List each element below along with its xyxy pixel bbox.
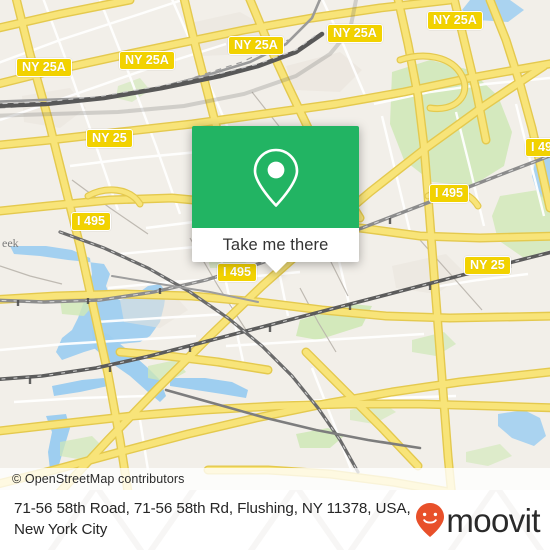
shield-ny-25[interactable]: NY 25	[86, 129, 133, 148]
moovit-wordmark: moovit	[446, 501, 540, 539]
address-text: 71-56 58th Road, 71-56 58th Rd, Flushing…	[14, 500, 411, 538]
shield-label: NY 25	[92, 131, 127, 145]
callout-footer[interactable]: Take me there	[192, 228, 359, 273]
creek-label: eek	[2, 236, 19, 250]
moovit-pin-icon	[416, 503, 445, 537]
map-pin-icon	[253, 148, 298, 207]
shield-ny-25a-3[interactable]: NY 25A	[228, 36, 284, 55]
shield-label: NY 25	[470, 258, 505, 272]
shield-label: NY 25A	[433, 13, 477, 27]
shield-ny-25a-5[interactable]: NY 25A	[427, 11, 483, 30]
shield-ny-25a-2[interactable]: NY 25A	[119, 51, 175, 70]
map-screenshot: eek NY 25A NY 25A NY 25A NY 25A NY 25A N…	[0, 0, 550, 550]
callout-tail	[264, 262, 287, 273]
callout-header	[192, 126, 359, 228]
shield-ny-25a-1[interactable]: NY 25A	[16, 58, 72, 77]
shield-label: I 495	[531, 140, 550, 154]
attribution-text: © OpenStreetMap contributors	[12, 472, 185, 486]
shield-ny-25a-4[interactable]: NY 25A	[327, 24, 383, 43]
shield-label: NY 25A	[125, 53, 169, 67]
take-me-there-callout[interactable]: Take me there	[192, 126, 359, 273]
shield-label: NY 25A	[234, 38, 278, 52]
shield-label: NY 25A	[333, 26, 377, 40]
moovit-logo[interactable]: moovit	[415, 501, 541, 539]
shield-i-495-far-right[interactable]: I 495	[525, 138, 550, 157]
shield-ny-25-right[interactable]: NY 25	[464, 256, 511, 275]
take-me-there-label: Take me there	[222, 235, 329, 254]
shield-i-495-center[interactable]: I 495	[217, 263, 258, 282]
shield-label: I 495	[435, 186, 464, 200]
shield-label: NY 25A	[22, 60, 66, 74]
shield-i-495-right[interactable]: I 495	[429, 184, 470, 203]
osm-attribution: © OpenStreetMap contributors	[0, 468, 550, 490]
shield-label: I 495	[223, 265, 252, 279]
shield-label: I 495	[77, 214, 106, 228]
page-footer: 71-56 58th Road, 71-56 58th Rd, Flushing…	[0, 490, 550, 550]
shield-i-495-left[interactable]: I 495	[71, 212, 112, 231]
